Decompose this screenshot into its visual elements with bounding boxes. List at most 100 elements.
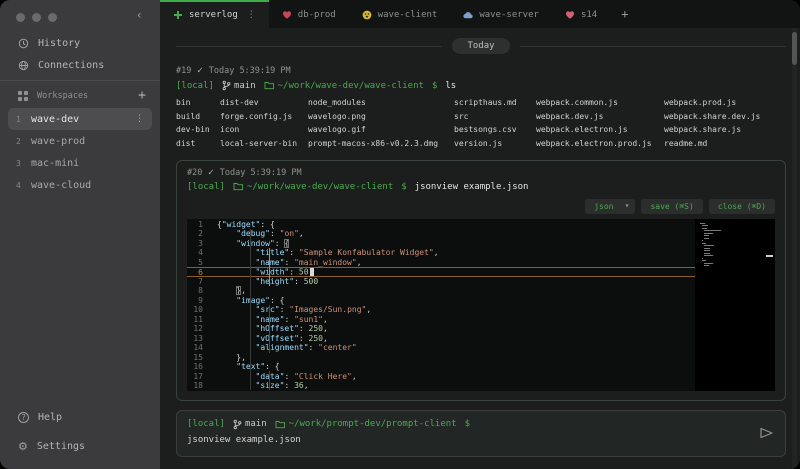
window-button-close[interactable] — [16, 13, 25, 22]
history-icon — [18, 38, 29, 49]
minimap-line — [704, 255, 713, 256]
sidebar-item-connections[interactable]: Connections — [0, 54, 160, 76]
tab-s14[interactable]: s14 — [552, 0, 610, 28]
code-line[interactable]: 3 "window": { — [187, 239, 695, 249]
code-line[interactable]: 4 "title": "Sample Konfabulator Widget", — [187, 248, 695, 258]
folder-icon — [264, 81, 274, 90]
code-line[interactable]: 11 "name": "sun1", — [187, 315, 695, 325]
code-token: "alignment" — [256, 343, 309, 352]
file-name: version.js — [454, 139, 536, 148]
workspace-item-wave-dev[interactable]: 1 wave-dev ⋮ — [8, 108, 152, 130]
window-button-minimize[interactable] — [32, 13, 41, 22]
code-line[interactable]: 8 }, — [187, 286, 695, 296]
scrollbar[interactable] — [792, 28, 797, 469]
workspace-item-wave-cloud[interactable]: 4 wave-cloud — [8, 174, 152, 196]
tab-bar: serverlog ⋮ db-prod wave-client wave-se — [160, 0, 800, 28]
code-line[interactable]: 16 "text": { — [187, 362, 695, 372]
code-line[interactable]: 7 "height": 500 — [187, 277, 695, 287]
json-editor[interactable]: 1{"widget": {2 "debug": "on",3 "window":… — [187, 219, 775, 391]
workspaces-header-label: Workspaces — [37, 91, 88, 101]
code-line[interactable]: 2 "debug": "on", — [187, 229, 695, 239]
prompt-line: [local] ~/work/wave-dev/wave-client $ js… — [187, 182, 775, 192]
file-name: forge.config.js — [220, 112, 308, 121]
minimap-slider[interactable] — [766, 255, 773, 257]
close-button[interactable]: close (⌘D) — [709, 199, 775, 214]
window-button-zoom[interactable] — [48, 13, 57, 22]
tab-wave-server[interactable]: wave-server — [450, 0, 552, 28]
code-line[interactable]: 5 "name": "main_window", — [187, 258, 695, 268]
divider-line — [520, 46, 786, 47]
file-name: node_modules — [308, 98, 454, 107]
code-token: , — [299, 229, 304, 238]
file-name: scripthaus.md — [454, 98, 536, 107]
code-line[interactable]: 13 "vOffset": 250, — [187, 334, 695, 344]
minimap-line — [704, 265, 709, 266]
send-icon — [759, 427, 774, 440]
minimap-line — [704, 250, 711, 251]
send-button[interactable] — [759, 427, 774, 440]
workspace-menu-icon[interactable]: ⋮ — [135, 114, 144, 124]
mode-select[interactable]: json ▾ — [585, 199, 635, 214]
tab-label: s14 — [581, 10, 597, 20]
sidebar-item-settings[interactable]: ⚙ Settings — [0, 435, 160, 457]
save-button[interactable]: save (⌘S) — [641, 199, 702, 214]
command-text: jsonview example.json — [415, 182, 529, 192]
cwd-path: ~/work/wave-dev/wave-client — [247, 182, 393, 192]
code-line[interactable]: 10 "src": "Images/Sun.png", — [187, 305, 695, 315]
code-line[interactable]: 6 "width": 50 — [187, 267, 695, 277]
file-name: wavelogo.png — [308, 112, 454, 121]
code-token — [217, 296, 236, 305]
history-date-divider: Today — [176, 38, 786, 54]
code-line[interactable]: 12 "hOffset": 250, — [187, 324, 695, 334]
sidebar-item-history[interactable]: History — [0, 32, 160, 54]
minimap-line — [704, 235, 709, 236]
sidebar-item-help[interactable]: ? Help — [0, 406, 160, 428]
add-workspace-button[interactable]: + — [138, 91, 146, 101]
tab-menu-icon[interactable]: ⋮ — [247, 10, 256, 20]
folder-icon — [275, 420, 285, 429]
scrollbar-thumb[interactable] — [792, 32, 797, 65]
code-token: : — [294, 277, 304, 286]
workspace-item-mac-mini[interactable]: 3 mac-mini — [8, 152, 152, 174]
ls-output: bindist-devnode_modulesscripthaus.mdwebp… — [176, 98, 786, 148]
minimap-line — [704, 248, 711, 249]
code-token: "center" — [318, 343, 357, 352]
code-line[interactable]: 9 "image": { — [187, 296, 695, 306]
git-branch-icon — [222, 80, 231, 91]
workspace-item-wave-prod[interactable]: 2 wave-prod — [8, 130, 152, 152]
tab-label: db-prod — [298, 10, 336, 20]
code-line[interactable]: 18 "size": 36, — [187, 381, 695, 391]
tab-db-prod[interactable]: db-prod — [269, 0, 349, 28]
code-token: : { — [260, 220, 274, 229]
command-input-value[interactable]: jsonview example.json — [187, 435, 751, 445]
code-line[interactable]: 14 "alignment": "center" — [187, 343, 695, 353]
file-name: bestsongs.csv — [454, 125, 536, 134]
prompt-cwd: ~/work/wave-dev/wave-client — [264, 81, 424, 91]
code-token: : — [284, 258, 294, 267]
line-number: 3 — [187, 239, 217, 249]
git-branch: main — [233, 419, 267, 430]
code-line[interactable]: 1{"widget": { — [187, 220, 695, 230]
new-tab-button[interactable]: + — [610, 0, 639, 28]
file-name: webpack.dev.js — [536, 112, 664, 121]
code-line[interactable]: 15 }, — [187, 353, 695, 363]
code-token — [217, 353, 236, 362]
code-token: "main_window" — [294, 258, 357, 267]
code-token — [217, 239, 236, 248]
tab-serverlog[interactable]: serverlog ⋮ — [160, 0, 269, 28]
code-token: : — [289, 248, 299, 257]
code-token: : — [284, 381, 294, 390]
line-number: 9 — [187, 296, 217, 306]
minimap[interactable] — [695, 219, 775, 391]
file-name: build — [176, 112, 220, 121]
code-line[interactable]: 17 "data": "Click Here", — [187, 372, 695, 382]
tab-wave-client[interactable]: wave-client — [349, 0, 451, 28]
heart-icon — [282, 10, 292, 20]
prompt-line: [local] main ~/work/wave-dev/wave-client — [176, 80, 786, 91]
file-name: bin — [176, 98, 220, 107]
sidebar-collapse-button[interactable]: ‹ — [136, 8, 143, 22]
command-input[interactable]: [local] main ~/work/prompt-dev/prompt-cl… — [176, 410, 786, 457]
text-cursor — [310, 268, 314, 276]
file-name: readme.md — [664, 139, 786, 148]
workspace-index: 1 — [16, 115, 22, 124]
